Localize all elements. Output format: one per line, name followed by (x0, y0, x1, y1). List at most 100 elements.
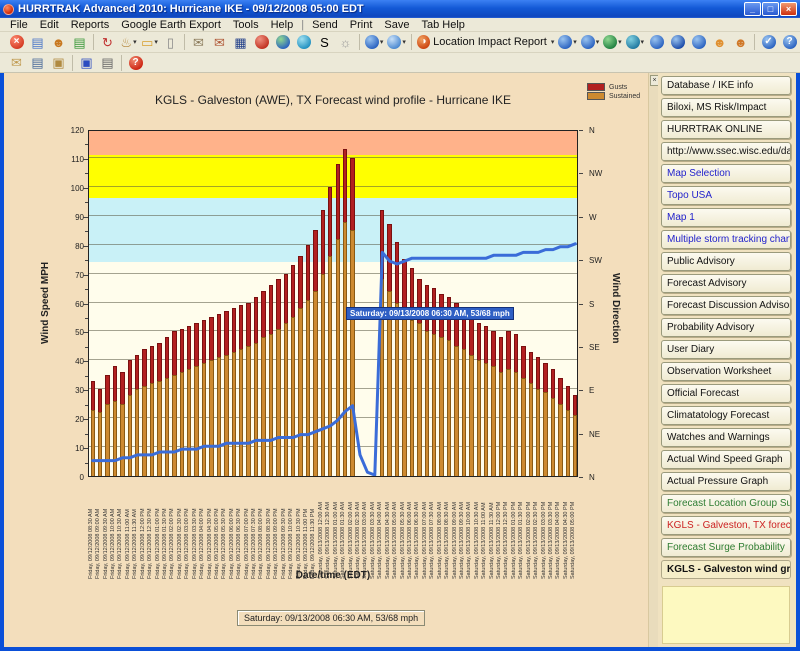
sustained-bar[interactable] (254, 343, 258, 476)
menu-tools[interactable]: Tools (227, 19, 265, 31)
sidebar-tab-public-advisory[interactable]: Public Advisory (661, 252, 791, 271)
hurricane-gray-icon[interactable]: ☼ (336, 33, 355, 52)
sustained-bar[interactable] (566, 410, 570, 477)
sustained-bar[interactable] (298, 308, 302, 476)
sustained-bar[interactable] (343, 222, 347, 476)
sustained-bar[interactable] (573, 415, 577, 476)
sustained-bar[interactable] (217, 357, 221, 476)
sustained-bar[interactable] (350, 230, 354, 476)
sidebar-tab-forecast-advisory[interactable]: Forecast Advisory (661, 274, 791, 293)
sidebar-tab-hurrtrak-online[interactable]: HURRTRAK ONLINE (661, 120, 791, 139)
sustained-bar[interactable] (98, 412, 102, 476)
sustained-bar[interactable] (224, 355, 228, 476)
sidebar-tab-actual-wind-speed-graph[interactable]: Actual Wind Speed Graph (661, 450, 791, 469)
sustained-bar[interactable] (543, 392, 547, 476)
sustained-bar[interactable] (395, 303, 399, 477)
sustained-bar[interactable] (462, 349, 466, 476)
sustained-bar[interactable] (328, 256, 332, 476)
globe-lightning-icon[interactable] (294, 33, 313, 52)
sustained-bar[interactable] (172, 375, 176, 476)
sustained-bar[interactable] (165, 378, 169, 476)
sustained-bar[interactable] (417, 323, 421, 476)
sidebar-tab-official-forecast[interactable]: Official Forecast (661, 384, 791, 403)
sustained-bar[interactable] (477, 360, 481, 476)
sustained-bar[interactable] (128, 395, 132, 476)
sustained-bar[interactable] (514, 372, 518, 476)
storm-lamp-icon[interactable]: ♨▾ (119, 33, 138, 52)
sustained-bar[interactable] (135, 389, 139, 476)
stamp-icon[interactable]: ▣ (49, 53, 68, 72)
sidebar-tab-map-1[interactable]: Map 1 (661, 208, 791, 227)
sustained-bar[interactable] (551, 398, 555, 476)
sidebar-tab-observation-worksheet[interactable]: Observation Worksheet (661, 362, 791, 381)
sustained-bar[interactable] (529, 383, 533, 476)
mail-receive-icon[interactable]: ✉ (210, 33, 229, 52)
print-preview-icon[interactable]: ▤ (28, 53, 47, 72)
delete-icon[interactable]: × (7, 33, 26, 52)
mail-send-icon[interactable]: ✉ (189, 33, 208, 52)
sidebar-tab-forecast-surge-probability[interactable]: Forecast Surge Probability (661, 538, 791, 557)
sustained-bar[interactable] (521, 378, 525, 476)
sustained-bar[interactable] (276, 329, 280, 476)
sustained-bar[interactable] (313, 291, 317, 476)
sustained-bar[interactable] (209, 360, 213, 476)
report-list-icon[interactable]: ▤ (70, 33, 89, 52)
sustained-bar[interactable] (284, 323, 288, 476)
menu-reports[interactable]: Reports (65, 19, 116, 31)
sustained-bar[interactable] (246, 346, 250, 476)
menu-help[interactable]: Help (265, 19, 300, 31)
sidebar-tab-probability-advisory[interactable]: Probability Advisory (661, 318, 791, 337)
report-teal-icon[interactable]: ▾ (625, 33, 645, 52)
sidebar-tab-topo-usa[interactable]: Topo USA (661, 186, 791, 205)
sidebar-tab-http-www-ssec-wisc-edu-data-g8-lat[interactable]: http://www.ssec.wisc.edu/data/g8/lat (661, 142, 791, 161)
location-impact-report-button[interactable]: ◑Location Impact Report▾ (416, 33, 556, 52)
sidebar-tab-forecast-discussion-advisory[interactable]: Forecast Discussion Advisory (661, 296, 791, 315)
sustained-bar[interactable] (306, 300, 310, 476)
clock-check-icon[interactable]: ✓ (759, 33, 778, 52)
sustained-bar[interactable] (105, 404, 109, 476)
close-button[interactable]: × (780, 2, 797, 16)
sustained-bar[interactable] (291, 317, 295, 476)
plot-area[interactable]: Saturday: 09/13/2008 06:30 AM, 53/68 mph (88, 130, 578, 477)
report-green-icon[interactable]: ▾ (602, 33, 622, 52)
new-document-icon[interactable]: ▯ (161, 33, 180, 52)
sphere3-icon[interactable] (647, 33, 666, 52)
sustained-bar[interactable] (425, 331, 429, 476)
sustained-bar[interactable] (336, 239, 340, 476)
sustained-bar[interactable] (506, 369, 510, 476)
sidebar-tab-actual-pressure-graph[interactable]: Actual Pressure Graph (661, 472, 791, 491)
sustained-bar[interactable] (120, 404, 124, 476)
sidebar-tab-database-ike-info[interactable]: Database / IKE info (661, 76, 791, 95)
sustained-bar[interactable] (536, 389, 540, 476)
sidebar-tab-climatatology-forecast[interactable]: Climatatology Forecast (661, 406, 791, 425)
report-sphere1-icon[interactable]: ▾ (557, 33, 577, 52)
sustained-bar[interactable] (269, 334, 273, 476)
person-report2-icon[interactable]: ☻ (731, 33, 750, 52)
person-report-icon[interactable]: ☻ (710, 33, 729, 52)
sustained-bar[interactable] (157, 381, 161, 476)
sustained-bar[interactable] (194, 366, 198, 476)
sustained-bar[interactable] (447, 340, 451, 476)
sustained-bar[interactable] (321, 274, 325, 476)
menu-send[interactable]: Send (306, 19, 344, 31)
sustained-bar[interactable] (454, 346, 458, 476)
sustained-bar[interactable] (484, 363, 488, 476)
globe-red-icon[interactable] (252, 33, 271, 52)
sustained-bar[interactable] (558, 404, 562, 476)
menu-file[interactable]: File (4, 19, 34, 31)
menu-print[interactable]: Print (344, 19, 379, 31)
menu-google-earth-export[interactable]: Google Earth Export (115, 19, 227, 31)
sidebar-tab-forecast-location-group-summary[interactable]: Forecast Location Group Summary (661, 494, 791, 513)
sustained-bar[interactable] (439, 337, 443, 476)
help-icon[interactable]: ? (780, 33, 799, 52)
window-icon[interactable]: ▤ (28, 33, 47, 52)
sustained-bar[interactable] (499, 372, 503, 476)
sidebar-tab-kgls-galveston-tx-forecast-deta[interactable]: KGLS - Galveston, TX forecast deta (661, 516, 791, 535)
report-sphere2-icon[interactable]: ▾ (580, 33, 600, 52)
menu-save[interactable]: Save (378, 19, 415, 31)
menu-tab-help[interactable]: Tab Help (415, 19, 470, 31)
sustained-bar[interactable] (410, 320, 414, 476)
sustained-bar[interactable] (261, 337, 265, 476)
sustained-bar[interactable] (187, 369, 191, 476)
sustained-bar[interactable] (239, 349, 243, 476)
